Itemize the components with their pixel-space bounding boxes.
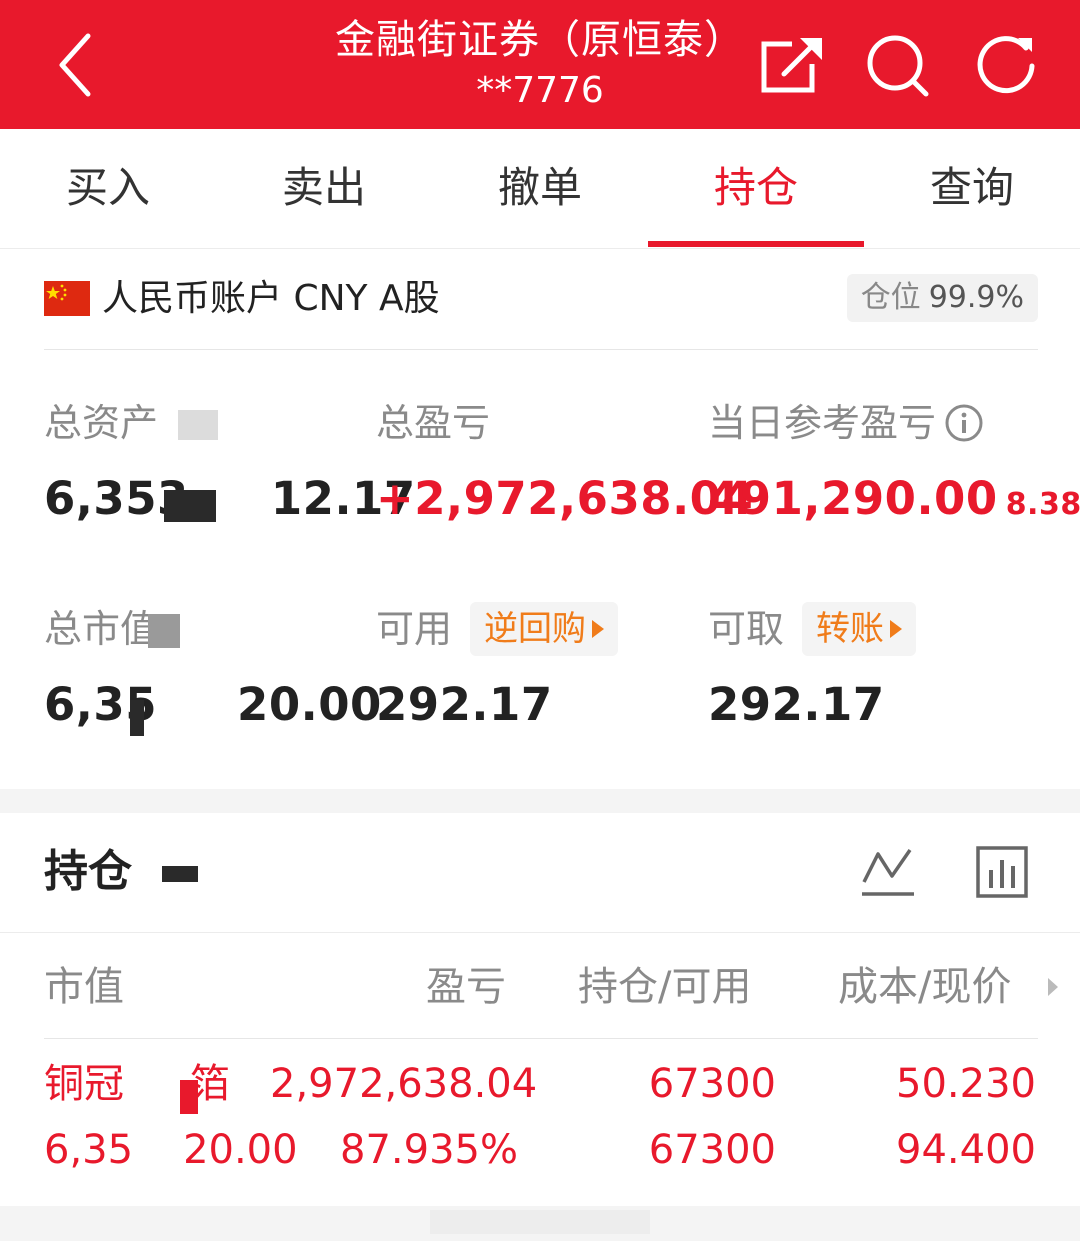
total-pnl-label: 总盈亏 bbox=[376, 401, 491, 445]
column-cost-price[interactable]: 成本/现价 bbox=[838, 960, 1011, 1014]
column-position-available[interactable]: 持仓/可用 bbox=[578, 960, 751, 1014]
market-value-value: 6,35 20.00 bbox=[44, 676, 382, 734]
withdrawable-value: 292.17 bbox=[708, 678, 885, 731]
search-icon[interactable] bbox=[862, 30, 932, 100]
account-type-label: 人民币账户 CNY A股 bbox=[102, 278, 440, 319]
redaction-blur bbox=[430, 1210, 650, 1234]
scroll-right-icon[interactable] bbox=[1046, 976, 1060, 1002]
china-flag-icon bbox=[44, 281, 90, 316]
column-market-value[interactable]: 市值 bbox=[44, 960, 124, 1014]
trade-tabs: 买入 卖出 撤单 持仓 查询 bbox=[0, 129, 1080, 249]
available-value: 292.17 bbox=[376, 678, 553, 731]
available-label: 可用 bbox=[376, 607, 453, 651]
cost-price: 50.230 bbox=[896, 1061, 1036, 1107]
stock-name: 铜冠箔 bbox=[44, 1061, 230, 1107]
tab-buy[interactable]: 买入 bbox=[0, 129, 216, 249]
total-pnl-value: +2,972,638.04 bbox=[376, 472, 754, 525]
redaction-mark bbox=[180, 1080, 198, 1114]
tab-query[interactable]: 查询 bbox=[864, 129, 1080, 249]
chevron-right-icon bbox=[890, 620, 902, 638]
divider bbox=[44, 1038, 1038, 1039]
divider bbox=[0, 932, 1080, 933]
market-value-suffix: 20.00 bbox=[237, 678, 382, 731]
top-bar: 金融街证券（原恒泰） **7776 bbox=[0, 0, 1080, 129]
reverse-repo-button[interactable]: 逆回购 bbox=[470, 602, 618, 656]
tab-holdings-label: 持仓 bbox=[713, 163, 798, 212]
column-pnl[interactable]: 盈亏 bbox=[426, 960, 506, 1014]
pnl-percent: 87.935% bbox=[340, 1127, 518, 1173]
daily-pnl-percent: 8.38% bbox=[1005, 487, 1080, 522]
info-icon[interactable] bbox=[944, 403, 984, 443]
total-assets-label[interactable]: 总资产 bbox=[44, 398, 158, 448]
position-ratio-badge: 仓位 99.9% bbox=[846, 274, 1038, 322]
bar-chart-icon[interactable] bbox=[972, 842, 1032, 902]
redaction-mark bbox=[164, 490, 216, 522]
chevron-right-icon bbox=[592, 620, 604, 638]
daily-pnl-amount: 491,290.00 bbox=[708, 472, 998, 525]
pnl-amount: 2,972,638.04 bbox=[270, 1061, 538, 1107]
redaction-blur bbox=[178, 410, 218, 440]
divider bbox=[44, 349, 1038, 350]
tab-holdings[interactable]: 持仓 bbox=[648, 129, 864, 249]
redaction-blur bbox=[148, 614, 180, 648]
transfer-button[interactable]: 转账 bbox=[802, 602, 916, 656]
refresh-icon[interactable] bbox=[972, 30, 1042, 100]
tab-sell[interactable]: 卖出 bbox=[216, 129, 432, 249]
withdrawable-label: 可取 bbox=[708, 607, 785, 651]
daily-pnl-label: 当日参考盈亏 bbox=[708, 398, 984, 448]
total-assets-value: 6,353 12.17 bbox=[44, 470, 416, 528]
current-price: 94.400 bbox=[896, 1127, 1036, 1173]
market-value-label: 总市值 bbox=[44, 607, 159, 651]
section-separator bbox=[0, 789, 1080, 813]
trend-chart-icon[interactable] bbox=[858, 842, 918, 902]
holdings-title: 持仓 bbox=[44, 846, 132, 897]
position-ratio-key: 仓位 bbox=[860, 280, 921, 315]
share-icon[interactable] bbox=[756, 30, 826, 100]
tab-cancel-order[interactable]: 撤单 bbox=[432, 129, 648, 249]
redaction-mark bbox=[162, 866, 198, 882]
position-ratio-value: 99.9% bbox=[928, 280, 1024, 315]
available-quantity: 67300 bbox=[648, 1127, 776, 1173]
account-row: 人民币账户 CNY A股 仓位 99.9% bbox=[44, 272, 1038, 328]
active-tab-indicator bbox=[648, 241, 864, 247]
redaction-mark bbox=[130, 700, 144, 736]
daily-pnl-value: 491,290.008.38% bbox=[708, 470, 1080, 534]
position-quantity: 67300 bbox=[648, 1061, 776, 1107]
market-value: 6,35 20.00 bbox=[44, 1127, 298, 1173]
